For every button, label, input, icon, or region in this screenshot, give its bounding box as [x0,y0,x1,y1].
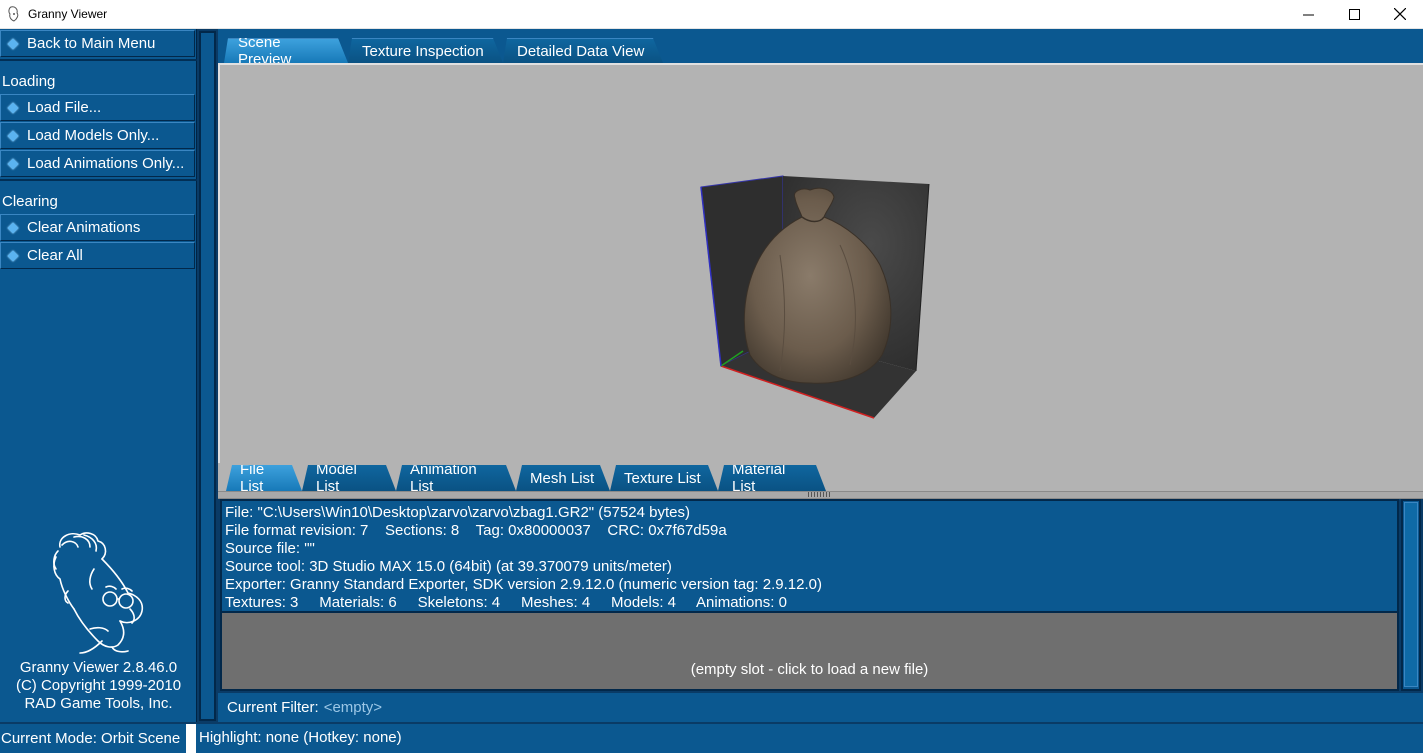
tab-file-list[interactable]: File List [226,465,302,491]
version-text: Granny Viewer 2.8.46.0 [19,659,178,676]
window-title: Granny Viewer [28,7,108,21]
scrollbar-thumb[interactable] [1404,502,1418,687]
vertical-splitter[interactable] [199,31,216,721]
clear-animations-button[interactable]: Clear Animations [0,214,195,241]
tab-texture-inspection-label: Texture Inspection [362,42,484,60]
back-to-main-menu-label: Back to Main Menu [27,35,156,52]
minimize-icon [1302,14,1314,15]
highlight-text: Highlight: none (Hotkey: none) [199,729,402,746]
title-bar: Granny Viewer [0,0,1423,29]
view-tab-bar: Scene Preview Texture Inspection Detaile… [218,29,1423,63]
clearing-section-label: Clearing [2,193,58,210]
exporter-text: Exporter: Granny Standard Exporter, SDK … [225,576,822,593]
divider [0,59,197,61]
filter-value[interactable]: <empty> [324,699,382,716]
empty-file-slot[interactable]: (empty slot - click to load a new file) [220,613,1399,691]
diamond-bullet-icon [7,37,19,50]
diamond-bullet-icon [7,101,19,114]
current-mode-text: Current Mode: Orbit Scene [1,730,181,747]
diamond-bullet-icon [7,157,19,170]
load-models-only-label: Load Models Only... [27,127,160,144]
tab-texture-list-label: Texture List [624,469,701,487]
status-bar: Current Mode: Orbit Scene Highlight: non… [0,724,1423,753]
scene-render [700,175,930,419]
maximize-icon [1348,8,1360,20]
divider [0,179,197,181]
tab-scene-preview[interactable]: Scene Preview [224,38,348,63]
tab-animation-list-label: Animation List [410,461,477,495]
load-models-only-button[interactable]: Load Models Only... [0,122,195,149]
granny-logo-icon [53,532,144,654]
splitter-grip-icon [808,492,830,497]
close-button[interactable] [1377,0,1423,28]
source-tool-text: Source tool: 3D Studio MAX 15.0 (64bit) … [225,558,672,575]
tab-texture-inspection[interactable]: Texture Inspection [348,38,503,63]
tab-texture-list[interactable]: Texture List [610,465,718,491]
file-format-text: File format revision: 7 Sections: 8 Tag:… [225,522,727,539]
tab-mesh-list-label: Mesh List [530,469,595,487]
file-path-text: File: "C:\Users\Win10\Desktop\zarvo\zarv… [225,504,690,521]
tab-model-list-label: Model List [316,461,357,495]
empty-slot-label: (empty slot - click to load a new file) [690,661,929,678]
status-separator [186,724,196,753]
tab-material-list[interactable]: Material List [718,465,826,491]
company-text: RAD Game Tools, Inc. [24,695,173,712]
load-file-label: Load File... [27,99,102,116]
diamond-bullet-icon [7,129,19,142]
load-animations-only-button[interactable]: Load Animations Only... [0,150,195,177]
tab-file-list-label: File List [240,461,265,495]
clear-all-label: Clear All [27,247,83,264]
minimize-button[interactable] [1285,0,1331,28]
loading-section-label: Loading [2,73,56,90]
tab-animation-list[interactable]: Animation List [396,465,516,491]
tab-material-list-label: Material List [732,461,786,495]
list-tab-bar: File List Model List Animation List Mesh… [218,463,1423,491]
tab-detailed-data-view-label: Detailed Data View [517,42,645,60]
scene-viewport[interactable] [218,63,1423,463]
left-panel: Back to Main Menu Loading Load File... L… [0,29,197,722]
load-animations-only-label: Load Animations Only... [27,155,185,172]
tab-detailed-data-view[interactable]: Detailed Data View [503,38,663,63]
close-icon [1394,8,1406,20]
clear-animations-label: Clear Animations [27,219,141,236]
filter-bar: Current Filter: <empty> [218,693,1423,722]
granny-app-icon [8,6,19,22]
horizontal-splitter[interactable] [218,491,1423,499]
clear-all-button[interactable]: Clear All [0,242,195,269]
filter-label: Current Filter: [227,699,319,716]
diamond-bullet-icon [7,249,19,262]
copyright-text: (C) Copyright 1999-2010 [15,677,182,694]
load-file-button[interactable]: Load File... [0,94,195,121]
tab-mesh-list[interactable]: Mesh List [516,465,610,491]
counts-text: Textures: 3 Materials: 6 Skeletons: 4 Me… [225,594,787,611]
back-to-main-menu-button[interactable]: Back to Main Menu [0,30,195,57]
maximize-button[interactable] [1331,0,1377,28]
tab-model-list[interactable]: Model List [302,465,396,491]
diamond-bullet-icon [7,221,19,234]
source-file-text: Source file: "" [225,540,315,557]
file-info-item[interactable]: File: "C:\Users\Win10\Desktop\zarvo\zarv… [220,499,1399,613]
